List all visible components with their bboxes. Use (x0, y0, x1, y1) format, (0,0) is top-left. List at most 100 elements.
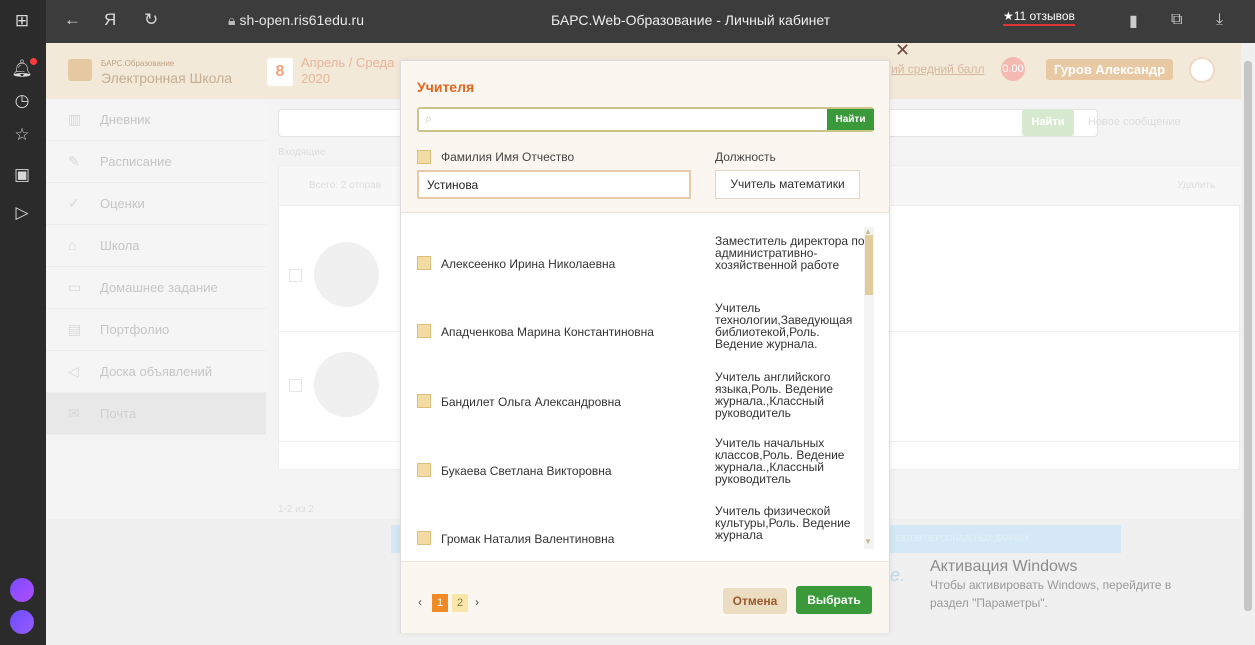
scroll-down-icon[interactable]: ▼ (864, 537, 872, 546)
download-icon[interactable]: ⤓ (1216, 11, 1223, 29)
assistant-icon[interactable] (10, 610, 34, 634)
next-page-icon[interactable]: › (475, 595, 479, 609)
watermark-line3: раздел "Параметры". (930, 596, 1048, 610)
list-scrollbar-thumb[interactable] (865, 235, 873, 295)
history-icon[interactable]: ◷ (11, 90, 33, 112)
teacher-checkbox[interactable] (417, 531, 431, 545)
refresh-icon[interactable]: ↻ (144, 10, 158, 30)
logo-title[interactable]: Электронная Школа (101, 70, 232, 86)
select-all-checkbox[interactable] (417, 150, 431, 164)
position-filter-select[interactable]: Учитель математики (715, 170, 860, 199)
teacher-position: Заместитель директора по административно… (715, 234, 865, 272)
logo-small: БАРС.Образование (101, 59, 175, 68)
date-day: 8 (267, 58, 293, 86)
nav-label: Дневник (100, 112, 151, 127)
dialog-title: Учителя (417, 79, 475, 95)
list-item[interactable]: Букаева Светлана Викторовна Учитель нача… (401, 429, 861, 497)
teacher-position: Учитель английского языка,Роль. Ведение … (715, 370, 834, 420)
nav-item-schedule[interactable]: ✎ Расписание (46, 141, 266, 183)
list-scrollbar[interactable]: ▲ ▼ (864, 227, 874, 549)
page-scrollbar[interactable] (1241, 43, 1255, 645)
watermark-line2: Чтобы активировать Windows, перейдите в (930, 578, 1172, 592)
user-name[interactable]: Гуров Александр (1046, 59, 1174, 80)
mail-total: Всего: 2 отправ (309, 180, 381, 191)
nav-label: Школа (100, 238, 140, 253)
nav-item-school[interactable]: ⌂ Школа (46, 225, 266, 267)
teacher-position: Учитель технологии,Заведующая библиотеко… (715, 301, 853, 351)
mail-icon: ✉ (68, 405, 80, 421)
page-2[interactable]: 2 (452, 594, 468, 612)
apps-grid-icon[interactable]: ⊞ (11, 10, 33, 32)
user-avatar[interactable] (1189, 57, 1215, 83)
teacher-name: Алексеенко Ирина Николаевна (441, 257, 616, 271)
back-icon[interactable]: ← (64, 10, 81, 30)
collections-icon[interactable]: ▣ (11, 164, 33, 186)
check-icon: ✓ (68, 195, 80, 211)
url-text: sh-open.ris61edu.ru (239, 12, 364, 28)
teacher-checkbox[interactable] (417, 463, 431, 477)
avg-score-badge: 0.00 (1001, 57, 1025, 81)
extensions-icon[interactable]: ⧉ (1171, 11, 1182, 29)
delete-button[interactable]: Удалить (1177, 180, 1215, 191)
date-year: 2020 (301, 71, 330, 86)
dialog-footer: ‹ 1 2 › Отмена Выбрать (401, 561, 889, 633)
address-bar[interactable]: 🔒︎ sh-open.ris61edu.ru (228, 12, 364, 29)
nav-label: Домашнее задание (100, 280, 218, 295)
teachers-dialog: Учителя ⌕ Найти Фамилия Имя Отчество Дол… (400, 60, 890, 633)
teacher-name: Громак Наталия Валентиновна (441, 532, 615, 546)
mail-row-checkbox[interactable] (289, 269, 302, 282)
close-icon[interactable]: ✕ (895, 40, 910, 61)
play-icon[interactable]: ▷ (11, 202, 33, 224)
portfolio-icon: ▤ (68, 321, 82, 337)
nav-item-grades[interactable]: ✓ Оценки (46, 183, 266, 225)
teacher-search-input[interactable]: ⌕ Найти (417, 107, 874, 132)
page-scrollbar-thumb[interactable] (1244, 61, 1252, 611)
yandex-icon[interactable]: Я (104, 10, 116, 30)
select-button[interactable]: Выбрать (796, 586, 872, 614)
mail-row-checkbox[interactable] (289, 379, 302, 392)
page-1[interactable]: 1 (432, 594, 448, 612)
sender-avatar (314, 352, 379, 417)
bookmark-icon[interactable]: ▮ (1129, 11, 1138, 31)
nav-item-mail[interactable]: ✉ Почта (46, 393, 266, 435)
teacher-checkbox[interactable] (417, 256, 431, 270)
notification-badge (30, 58, 37, 65)
tab-inbox[interactable]: Входящие (278, 147, 325, 158)
os-side-rail: ⊞ 🔔︎ ◷ ☆ ▣ ▷ (0, 0, 46, 645)
star-icon[interactable]: ☆ (11, 124, 33, 146)
mail-search-button[interactable]: Найти (1022, 109, 1074, 136)
book-icon: ▥ (68, 111, 82, 127)
megaphone-icon: ◁ (68, 363, 79, 379)
teacher-checkbox[interactable] (417, 394, 431, 408)
alice-assistant-icon[interactable] (10, 578, 34, 602)
logo-icon (68, 59, 92, 81)
cancel-button[interactable]: Отмена (723, 588, 787, 614)
avg-score-link[interactable]: ий средний балл (891, 62, 984, 76)
prev-page-icon[interactable]: ‹ (418, 595, 422, 609)
nav-item-homework[interactable]: ▭ Домашнее задание (46, 267, 266, 309)
reviews-link[interactable]: ★11 отзывов (1003, 9, 1075, 26)
new-message-button[interactable]: Новое сообщение (1088, 116, 1181, 128)
nav-item-diary[interactable]: ▥ Дневник (46, 99, 266, 141)
list-item[interactable]: Громак Наталия Валентиновна Учитель физи… (401, 497, 861, 553)
banner-text: ЕКТОВ ПЕРСОНАЛЬНЫХ ДАННЫХ (896, 534, 1030, 543)
list-item[interactable]: Алексеенко Ирина Николаевна Заместитель … (401, 225, 865, 293)
teacher-name: Бандилет Ольга Александровна (441, 395, 621, 409)
nav-item-portfolio[interactable]: ▤ Портфолио (46, 309, 266, 351)
list-item[interactable]: Бандилет Ольга Александровна Учитель анг… (401, 361, 861, 429)
browser-toolbar: ← Я ↻ 🔒︎ sh-open.ris61edu.ru БАРС.Web-Обр… (46, 0, 1255, 43)
watermark-line1: Активация Windows (930, 558, 1078, 575)
left-nav: ▥ Дневник ✎ Расписание ✓ Оценки ⌂ Школа ▭ Дом… (46, 99, 266, 437)
page-title: БАРС.Web-Образование - Личный кабинет (551, 12, 831, 28)
date-text: Апрель / Среда 2020 (301, 55, 394, 87)
teacher-search-button[interactable]: Найти (827, 109, 874, 130)
teacher-name: Ападченкова Марина Константиновна (441, 325, 654, 339)
nav-label: Портфолио (100, 322, 170, 337)
teacher-checkbox[interactable] (417, 324, 431, 338)
position-label: Должность (715, 150, 776, 164)
list-item[interactable]: Ападченкова Марина Константиновна Учител… (401, 293, 861, 361)
nav-item-board[interactable]: ◁ Доска объявлений (46, 351, 266, 393)
fio-filter-input[interactable] (417, 170, 691, 199)
nav-label: Почта (100, 406, 137, 421)
windows-activation-watermark: Активация Windows Чтобы активировать Win… (930, 558, 1171, 612)
